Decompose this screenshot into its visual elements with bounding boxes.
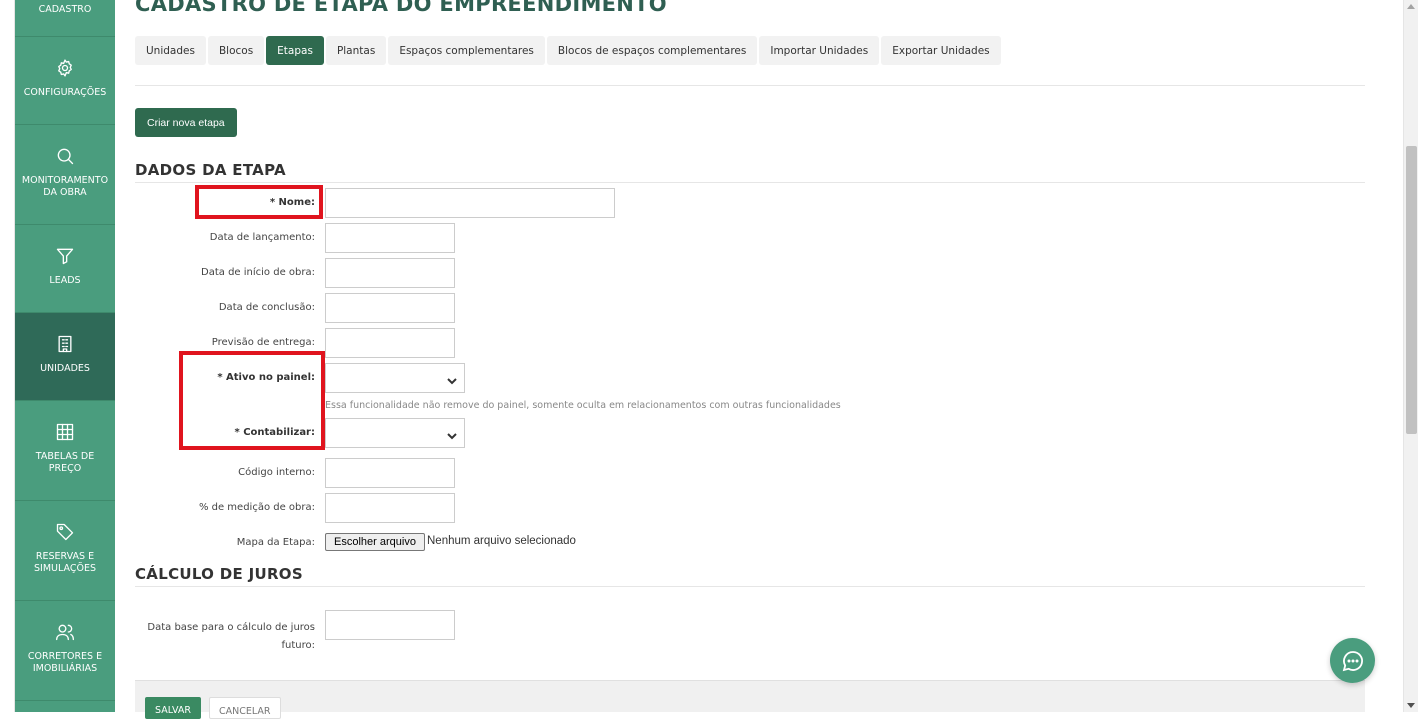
tab-bar: Unidades Blocos Etapas Plantas Espaços c… bbox=[135, 36, 1001, 65]
tab-espacos-complementares[interactable]: Espaços complementares bbox=[388, 36, 545, 65]
main-content: CADASTRO DE ETAPA DO EMPREENDIMENTO Unid… bbox=[115, 0, 1385, 719]
form-footer bbox=[135, 680, 1365, 712]
codigo-interno-label: Código interno: bbox=[238, 467, 315, 478]
sidebar-item-unidades[interactable]: UNIDADES bbox=[15, 313, 115, 401]
data-inicio-obra-input[interactable] bbox=[325, 258, 455, 288]
cancel-button[interactable]: CANCELAR bbox=[209, 697, 281, 719]
file-status: Nenhum arquivo selecionado bbox=[427, 535, 576, 547]
gear-icon bbox=[54, 57, 76, 79]
tab-blocos-espacos[interactable]: Blocos de espaços complementares bbox=[546, 36, 758, 65]
tab-etapas[interactable]: Etapas bbox=[266, 36, 324, 65]
sidebar-item-corretores[interactable]: CORRETORES E IMOBILIÁRIAS bbox=[15, 601, 115, 701]
window-left-edge bbox=[0, 0, 15, 712]
sidebar-item-label: CORRETORES E IMOBILIÁRIAS bbox=[27, 651, 103, 674]
page-title: CADASTRO DE ETAPA DO EMPREENDIMENTO bbox=[135, 0, 667, 16]
data-base-juros-label-line1: Data base para o cálculo de juros bbox=[147, 622, 315, 633]
tab-importar-unidades[interactable]: Importar Unidades bbox=[759, 36, 880, 65]
tag-icon bbox=[54, 521, 76, 543]
data-base-juros-label: Data base para o cálculo de juros futuro… bbox=[147, 619, 315, 655]
sidebar-item-label: LEADS bbox=[49, 275, 81, 286]
tab-unidades[interactable]: Unidades bbox=[135, 36, 206, 65]
data-base-juros-input[interactable] bbox=[325, 610, 455, 640]
data-lancamento-input[interactable] bbox=[325, 223, 455, 253]
sidebar-item-configuracoes[interactable]: CONFIGURAÇÕES bbox=[15, 37, 115, 125]
divider bbox=[135, 85, 1365, 86]
sidebar-item-leads[interactable]: LEADS bbox=[15, 225, 115, 313]
section-title-juros: CÁLCULO DE JUROS bbox=[135, 565, 303, 583]
divider bbox=[135, 586, 1365, 587]
nome-input[interactable] bbox=[325, 188, 615, 218]
previsao-entrega-input[interactable] bbox=[325, 328, 455, 358]
section-title-dados: DADOS DA ETAPA bbox=[135, 161, 286, 179]
ativo-painel-select[interactable] bbox=[325, 363, 465, 393]
data-base-juros-label-line2: futuro: bbox=[281, 640, 316, 651]
divider bbox=[135, 182, 1365, 183]
save-button[interactable]: SALVAR bbox=[145, 697, 201, 719]
previsao-entrega-label: Previsão de entrega: bbox=[211, 337, 315, 348]
contabilizar-select[interactable] bbox=[325, 418, 465, 448]
tab-exportar-unidades[interactable]: Exportar Unidades bbox=[881, 36, 1001, 65]
ativo-painel-help: Essa funcionalidade não remove do painel… bbox=[325, 400, 841, 411]
data-conclusao-input[interactable] bbox=[325, 293, 455, 323]
medicao-obra-label: % de medição de obra: bbox=[198, 502, 315, 513]
sidebar-item-tabelas-preco[interactable]: TABELAS DE PREÇO bbox=[15, 401, 115, 501]
grid-icon bbox=[54, 421, 76, 443]
tab-blocos[interactable]: Blocos bbox=[207, 36, 265, 65]
sidebar-item-label: MONITORAMENTO DA OBRA bbox=[21, 175, 109, 198]
chevron-down-icon bbox=[446, 372, 458, 385]
sidebar-item-monitoramento[interactable]: MONITORAMENTO DA OBRA bbox=[15, 125, 115, 225]
create-stage-button[interactable]: Criar nova etapa bbox=[135, 108, 237, 137]
funnel-icon bbox=[54, 245, 76, 267]
scroll-down-icon[interactable] bbox=[1407, 703, 1415, 708]
sidebar-item-label: CADASTRO bbox=[38, 4, 92, 15]
scrollbar-thumb[interactable] bbox=[1406, 146, 1417, 434]
data-inicio-obra-label: Data de início de obra: bbox=[201, 267, 315, 278]
sidebar-item-label: CONFIGURAÇÕES bbox=[23, 87, 107, 98]
sidebar-nav: CADASTRO CONFIGURAÇÕES MONITORAMENTO DA … bbox=[15, 0, 115, 712]
choose-file-button[interactable]: Escolher arquivo bbox=[325, 533, 425, 551]
scroll-up-icon[interactable] bbox=[1407, 4, 1415, 9]
mapa-etapa-label: Mapa da Etapa: bbox=[236, 537, 315, 548]
sidebar-item-cadastro[interactable]: CADASTRO bbox=[15, 0, 115, 37]
medicao-obra-input[interactable] bbox=[325, 493, 455, 523]
users-icon bbox=[54, 621, 76, 643]
vertical-scrollbar[interactable] bbox=[1403, 0, 1418, 712]
highlight-box-required-selects bbox=[179, 351, 325, 450]
tab-plantas[interactable]: Plantas bbox=[325, 36, 387, 65]
data-lancamento-label: Data de lançamento: bbox=[209, 232, 315, 243]
building-icon bbox=[54, 333, 76, 355]
codigo-interno-input[interactable] bbox=[325, 458, 455, 488]
chevron-down-icon bbox=[446, 427, 458, 440]
sidebar-item-label: TABELAS DE PREÇO bbox=[35, 451, 95, 474]
sidebar-item-reservas[interactable]: RESERVAS E SIMULAÇÕES bbox=[15, 501, 115, 601]
sidebar-item-label: UNIDADES bbox=[40, 363, 90, 374]
sidebar-item-label: RESERVAS E SIMULAÇÕES bbox=[34, 551, 96, 574]
chat-bubble-icon bbox=[1342, 650, 1363, 671]
highlight-box-nome bbox=[195, 185, 323, 219]
chat-button[interactable] bbox=[1330, 638, 1375, 683]
search-icon bbox=[54, 145, 76, 167]
data-conclusao-label: Data de conclusão: bbox=[218, 302, 315, 313]
